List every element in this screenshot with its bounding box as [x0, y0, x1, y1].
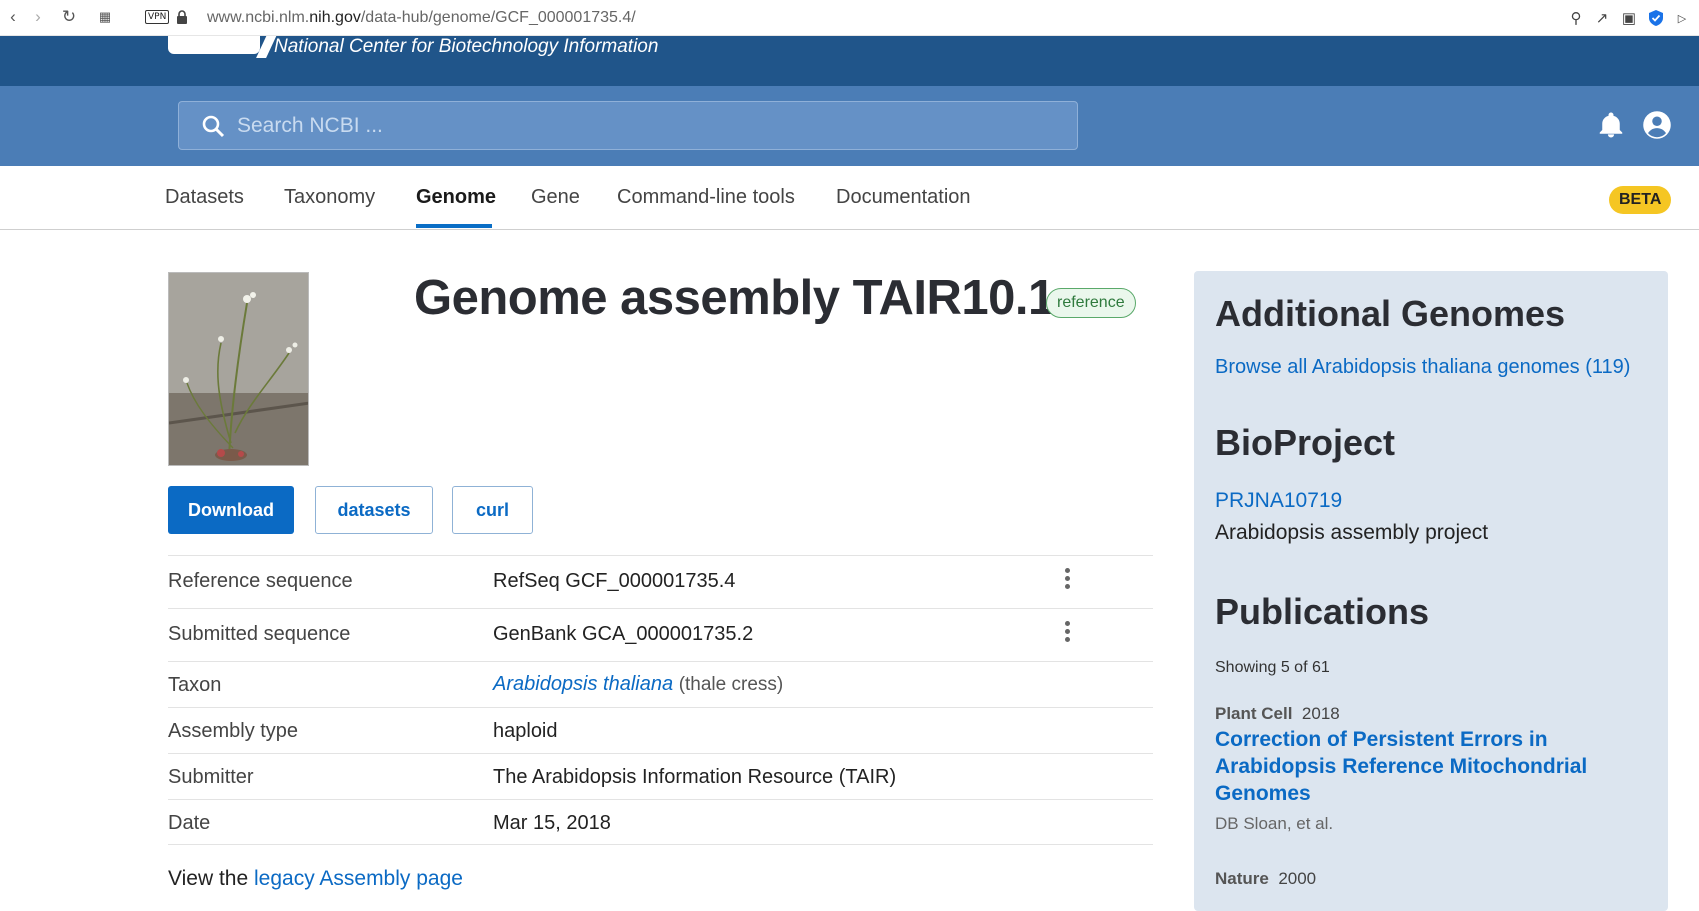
- info-row-assembly-type: Assembly type haploid: [168, 707, 1153, 753]
- info-row-submitter: Submitter The Arabidopsis Information Re…: [168, 753, 1153, 799]
- more-options-icon[interactable]: [1065, 621, 1071, 645]
- tab-documentation[interactable]: Documentation: [836, 186, 971, 209]
- more-options-icon[interactable]: [1065, 568, 1071, 592]
- tabs-grid-icon[interactable]: ▦: [96, 8, 114, 26]
- info-label: Submitted sequence: [168, 623, 351, 645]
- bioproject-link[interactable]: PRJNA10719: [1215, 489, 1342, 513]
- additional-genomes-heading: Additional Genomes: [1215, 293, 1566, 334]
- publications-count: Showing 5 of 61: [1215, 659, 1330, 676]
- reference-badge: reference: [1046, 288, 1136, 318]
- info-label: Assembly type: [168, 720, 299, 742]
- publication-authors: DB Sloan, et al.: [1215, 814, 1334, 833]
- legacy-text: View the legacy Assembly page: [168, 867, 463, 891]
- taxon-common-name: (thale cress): [678, 674, 784, 695]
- lock-icon: [177, 10, 187, 24]
- info-label: Reference sequence: [168, 570, 353, 592]
- info-value: haploid: [493, 720, 558, 742]
- page-title: Genome assembly TAIR10.1: [414, 271, 1055, 325]
- info-value: GenBank GCA_000001735.2: [493, 623, 754, 645]
- info-label: Submitter: [168, 766, 254, 788]
- tab-bar: Datasets Taxonomy Genome Gene Command-li…: [0, 166, 1699, 230]
- datasets-button[interactable]: datasets: [315, 486, 433, 534]
- taxon-link[interactable]: Arabidopsis thaliana: [493, 673, 673, 695]
- search-icon: [202, 115, 225, 137]
- vpn-badge[interactable]: VPN: [145, 10, 170, 24]
- search-input[interactable]: [237, 113, 1037, 138]
- share-icon[interactable]: ↗: [1593, 9, 1611, 27]
- tab-genome[interactable]: Genome: [416, 186, 496, 209]
- info-row-submitted-sequence: Submitted sequence GenBank GCA_000001735…: [168, 608, 1153, 661]
- species-photo[interactable]: [168, 272, 309, 466]
- tab-command-line-tools[interactable]: Command-line tools: [617, 186, 795, 209]
- org-name[interactable]: National Center for Biotechnology Inform…: [274, 36, 658, 58]
- url-path: /data-hub/genome/GCF_000001735.4/: [360, 9, 636, 26]
- reload-icon[interactable]: ↻: [60, 7, 78, 26]
- sidebar: Additional Genomes Browse all Arabidopsi…: [1194, 271, 1668, 911]
- info-label: Date: [168, 812, 211, 834]
- play-icon[interactable]: ▷: [1673, 9, 1691, 27]
- publication-journal: Nature 2000: [1215, 869, 1316, 889]
- active-tab-indicator: [416, 224, 492, 228]
- zoom-icon[interactable]: ⚲: [1567, 9, 1585, 27]
- download-button[interactable]: Download: [168, 486, 294, 534]
- legacy-assembly-link[interactable]: legacy Assembly page: [254, 867, 463, 890]
- info-label: Taxon: [168, 674, 222, 696]
- address-bar[interactable]: www.ncbi.nlm.nih.gov/data-hub/genome/GCF…: [207, 9, 636, 27]
- journal-year: 2018: [1301, 704, 1340, 723]
- legacy-prefix: View the: [168, 867, 254, 890]
- shield-icon[interactable]: [1647, 9, 1665, 27]
- journal-name: Nature: [1215, 869, 1269, 888]
- info-value: The Arabidopsis Information Resource (TA…: [493, 766, 897, 788]
- ncbi-banner: National Center for Biotechnology Inform…: [0, 36, 1699, 86]
- info-value: RefSeq GCF_000001735.4: [493, 570, 736, 592]
- info-row-reference-sequence: Reference sequence RefSeq GCF_000001735.…: [168, 555, 1153, 608]
- url-domain: nih.gov: [309, 9, 361, 26]
- bioproject-description: Arabidopsis assembly project: [1215, 521, 1489, 544]
- search-band: [0, 86, 1699, 166]
- bell-icon[interactable]: [1596, 110, 1626, 140]
- beta-badge: BETA: [1609, 186, 1672, 214]
- taxon-value: Arabidopsis thaliana (thale cress): [493, 673, 783, 696]
- nih-logo[interactable]: [168, 36, 260, 54]
- journal-year: 2000: [1278, 869, 1317, 888]
- tab-datasets[interactable]: Datasets: [165, 186, 244, 209]
- curl-button[interactable]: curl: [452, 486, 533, 534]
- journal-name: Plant Cell: [1215, 704, 1293, 723]
- publications-heading: Publications: [1215, 591, 1430, 632]
- search-box[interactable]: [178, 101, 1078, 150]
- back-icon[interactable]: ‹: [4, 7, 22, 26]
- tab-gene[interactable]: Gene: [531, 186, 580, 209]
- account-icon[interactable]: [1642, 110, 1672, 140]
- info-row-date: Date Mar 15, 2018: [168, 799, 1153, 845]
- info-value: Mar 15, 2018: [493, 812, 611, 834]
- url-prefix: www.ncbi.nlm.: [207, 9, 310, 26]
- forward-icon[interactable]: ›: [29, 7, 47, 26]
- browser-toolbar: ‹ › ↻ ▦ VPN www.ncbi.nlm.nih.gov/data-hu…: [0, 0, 1699, 36]
- bioproject-heading: BioProject: [1215, 422, 1396, 463]
- tab-taxonomy[interactable]: Taxonomy: [284, 186, 375, 209]
- camera-icon[interactable]: ▣: [1620, 9, 1638, 27]
- publication-title-link[interactable]: Correction of Persistent Errors in Arabi…: [1215, 726, 1635, 807]
- info-row-taxon: Taxon Arabidopsis thaliana (thale cress): [168, 661, 1153, 707]
- browse-genomes-link[interactable]: Browse all Arabidopsis thaliana genomes …: [1215, 356, 1630, 379]
- publication-journal: Plant Cell 2018: [1215, 704, 1340, 724]
